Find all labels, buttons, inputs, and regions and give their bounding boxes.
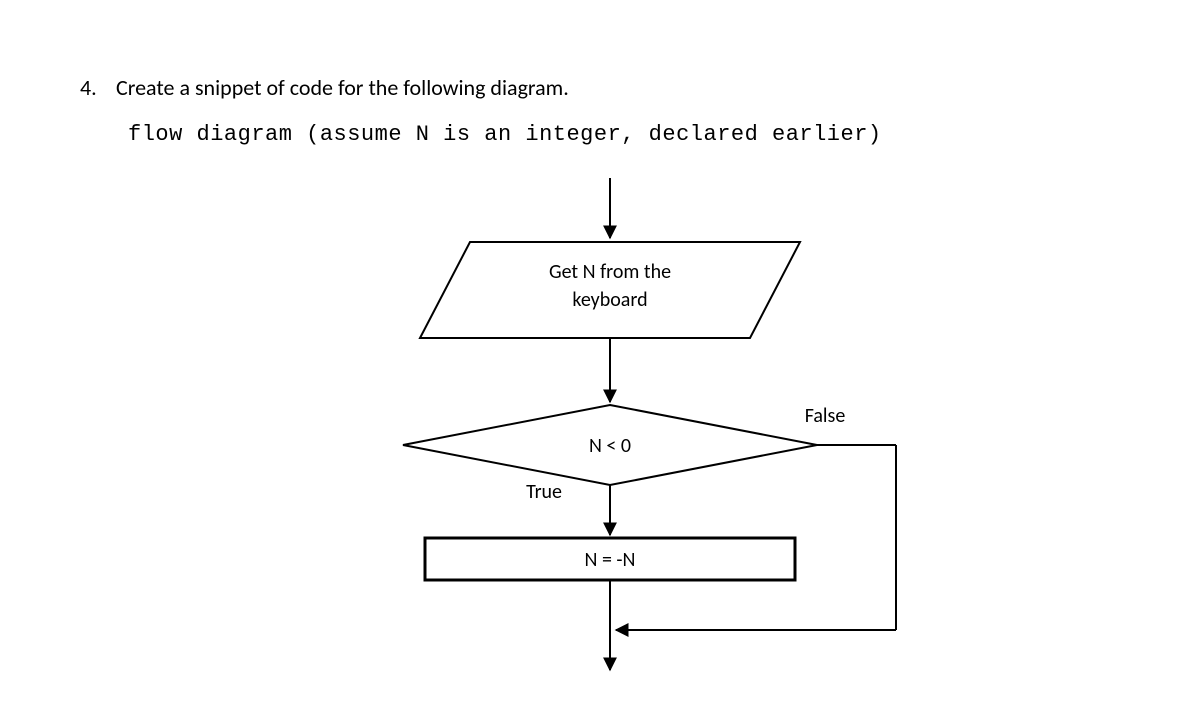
input-node: Get N from the keyboard — [420, 242, 800, 338]
page: 4. Create a snippet of code for the foll… — [0, 0, 1200, 713]
process-node: N = -N — [425, 538, 795, 580]
decision-node: N < 0 — [403, 405, 817, 485]
process-text: N = -N — [585, 548, 636, 572]
decision-text: N < 0 — [589, 434, 631, 458]
edge-false-label: False — [805, 404, 846, 428]
flowchart: Get N from the keyboard N < 0 True N = -… — [0, 0, 1200, 713]
input-node-line2: keyboard — [572, 288, 647, 312]
edge-true-label: True — [526, 480, 562, 504]
input-node-line1: Get N from the — [549, 260, 671, 284]
